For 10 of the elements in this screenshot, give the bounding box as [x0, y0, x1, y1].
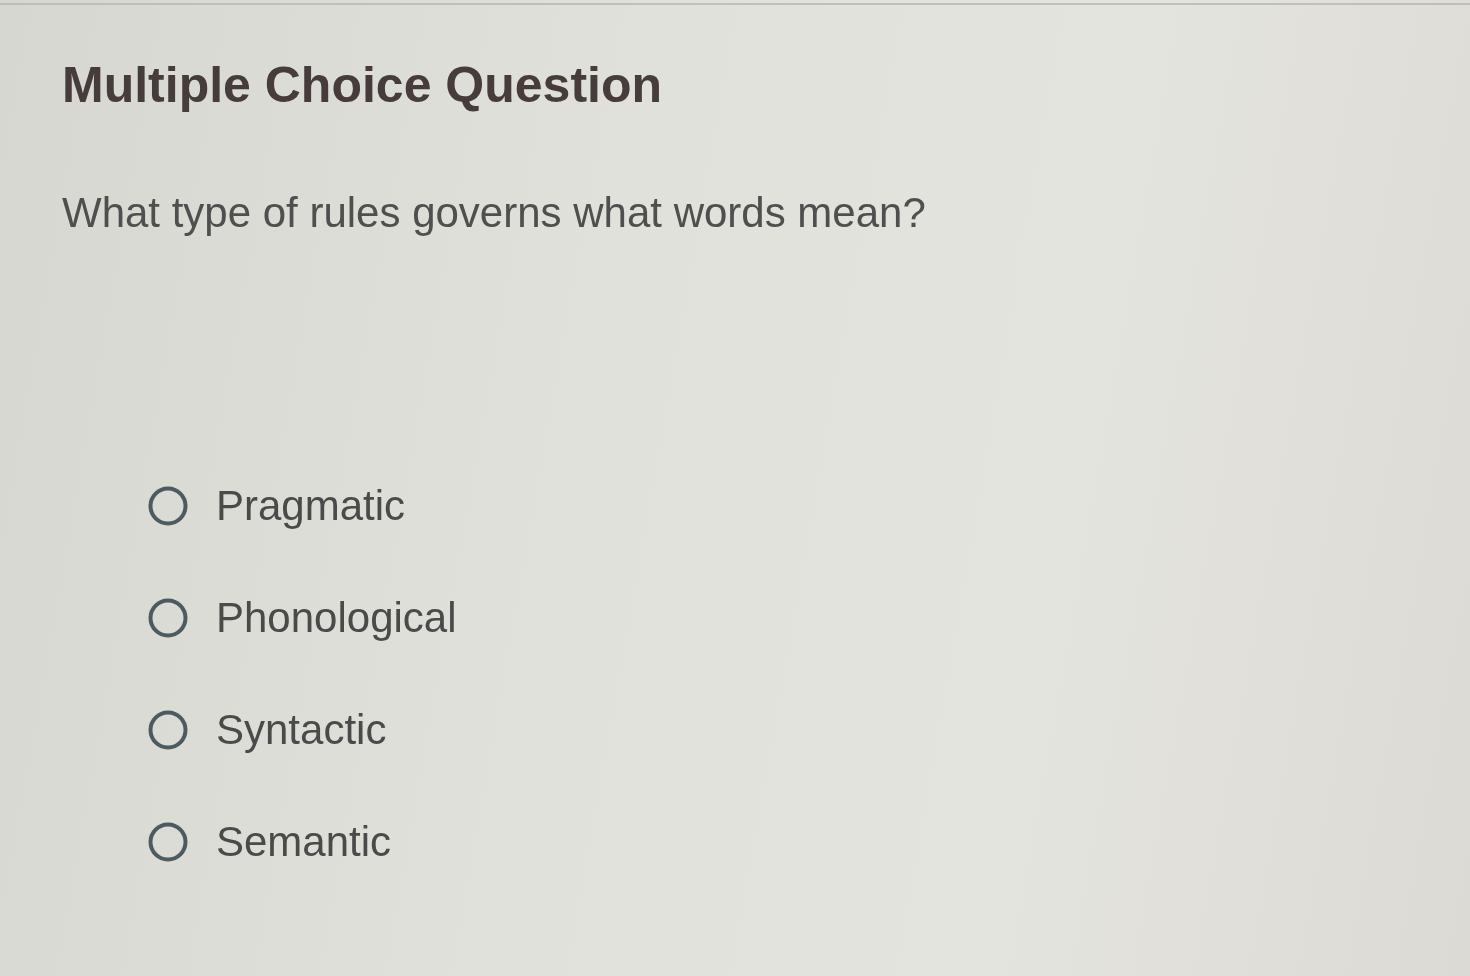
radio-button[interactable] [148, 822, 188, 862]
question-text: What type of rules governs what words mean? [62, 188, 926, 238]
option-label[interactable]: Syntactic [216, 702, 387, 758]
option-label[interactable]: Phonological [216, 590, 457, 646]
radio-button[interactable] [148, 486, 188, 526]
radio-button[interactable] [148, 598, 188, 638]
question-type-heading: Multiple Choice Question [62, 56, 663, 115]
option-label[interactable]: Semantic [216, 814, 392, 870]
radio-button[interactable] [148, 710, 188, 750]
option-label[interactable]: Pragmatic [216, 478, 406, 534]
